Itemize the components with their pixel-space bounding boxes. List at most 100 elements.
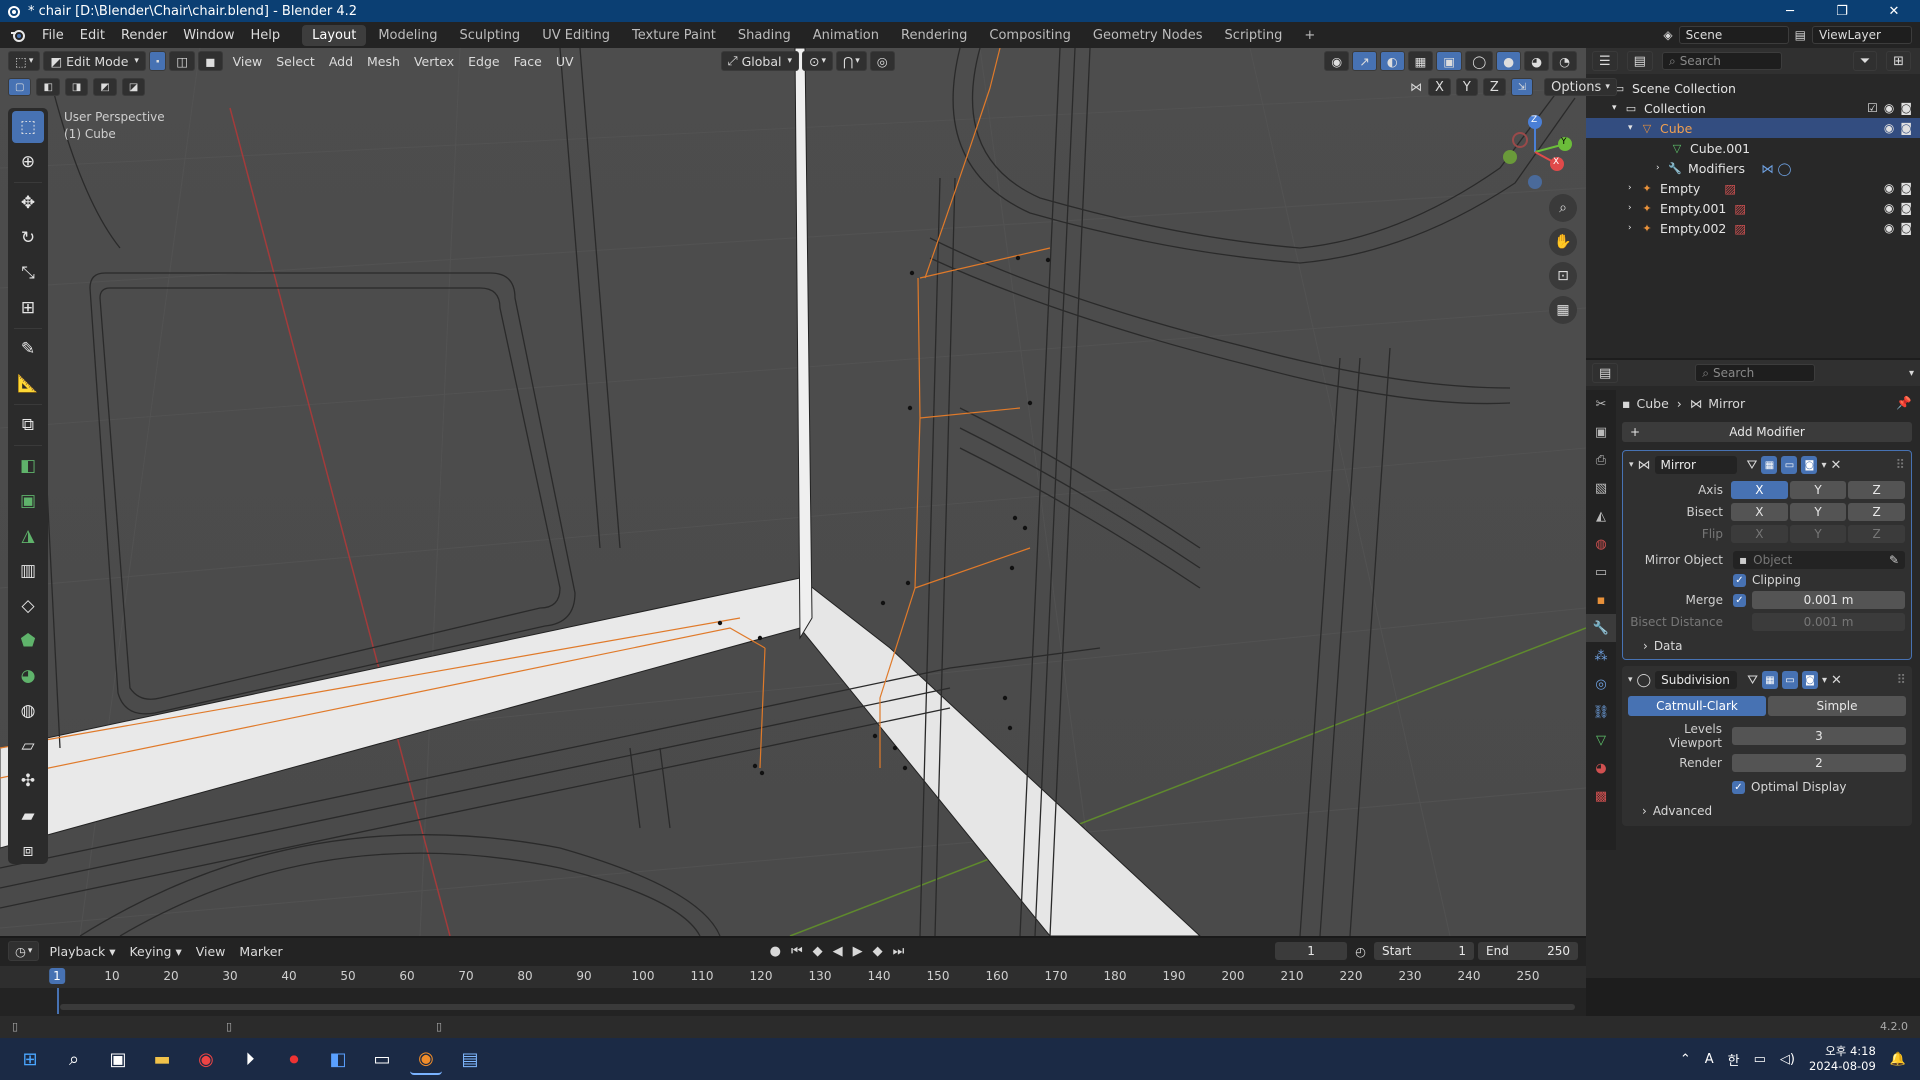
workspace-tab-sculpting[interactable]: Sculpting xyxy=(449,25,530,46)
notepad-button[interactable]: ▤ xyxy=(454,1043,486,1075)
terminal-button[interactable]: ▭ xyxy=(366,1043,398,1075)
merge-checkbox[interactable]: ✓ xyxy=(1733,593,1746,607)
rip-region-tool[interactable]: ⧈ xyxy=(12,835,44,867)
xray-toggle-button[interactable]: ▣ xyxy=(1436,51,1463,71)
collection-row[interactable]: ▾ ▭ Collection ☑ ◉ ◙ xyxy=(1586,98,1920,118)
rotate-tool[interactable]: ↻ xyxy=(12,222,44,254)
file-explorer-button[interactable]: ▬ xyxy=(146,1043,178,1075)
shading-wireframe-button[interactable]: ◯ xyxy=(1465,51,1494,71)
viewport-toggle[interactable]: ▭ xyxy=(1782,671,1799,689)
empty-001-row[interactable]: › ✦ Empty.001 ▨ ◉ ◙ xyxy=(1586,198,1920,218)
proportional-edit-button[interactable]: ◎ xyxy=(869,51,895,71)
bevel-tool[interactable]: ◮ xyxy=(12,520,44,552)
workspace-tab-modeling[interactable]: Modeling xyxy=(368,25,447,46)
mirror-x-toggle[interactable]: X xyxy=(1428,78,1451,96)
cube-row[interactable]: ▾ ▽ Cube ◉ ◙ xyxy=(1586,118,1920,138)
move-tool[interactable]: ✥ xyxy=(12,187,44,219)
menu-mesh[interactable]: Mesh xyxy=(360,54,407,69)
axis-y-toggle[interactable]: Y xyxy=(1789,481,1847,499)
menu-render[interactable]: Render xyxy=(113,28,175,43)
mirror-y-toggle[interactable]: Y xyxy=(1455,78,1478,96)
menu-marker[interactable]: Marker xyxy=(232,944,289,959)
edge-select-button[interactable]: ◫ xyxy=(169,51,196,71)
render-levels-field[interactable]: 2 xyxy=(1732,754,1906,772)
collapse-chevron-icon[interactable]: ▾ xyxy=(1628,675,1633,685)
workspace-tab-rendering[interactable]: Rendering xyxy=(891,25,977,46)
3d-viewport[interactable] xyxy=(0,48,1586,936)
camera-icon[interactable]: ◙ xyxy=(1900,221,1912,235)
new-collection-button[interactable]: ⊞ xyxy=(1886,51,1911,71)
expand-chevron-icon[interactable]: › xyxy=(1628,223,1640,233)
maximize-button[interactable]: ❐ xyxy=(1816,4,1868,19)
workspace-tab-layout[interactable]: Layout xyxy=(302,24,367,46)
start-button[interactable]: ⊞ xyxy=(14,1043,46,1075)
on-cage-toggle[interactable]: ▦ xyxy=(1761,456,1778,474)
outliner-editor-type-button[interactable]: ☰ xyxy=(1592,51,1618,71)
tab-object[interactable]: ▪ xyxy=(1586,586,1616,614)
mirror-name-field[interactable]: Mirror xyxy=(1654,456,1737,474)
annotate-tool[interactable]: ✎ xyxy=(12,333,44,365)
spin-tool[interactable]: ◕ xyxy=(12,660,44,692)
flip-z-toggle[interactable]: Z xyxy=(1848,525,1905,543)
tab-view-layer[interactable]: ▧ xyxy=(1586,474,1616,502)
start-frame-field[interactable]: Start 1 xyxy=(1374,942,1474,960)
workspace-tab-texture-paint[interactable]: Texture Paint xyxy=(622,25,726,46)
play-reverse-icon[interactable]: ◀ xyxy=(833,944,843,959)
pan-button[interactable]: ✋ xyxy=(1549,228,1577,256)
edge-slide-tool[interactable]: ▱ xyxy=(12,730,44,762)
eye-icon[interactable]: ◉ xyxy=(1884,181,1894,195)
transform-orientation-selector[interactable]: ⤢ Global ▾ xyxy=(720,51,799,71)
data-subpanel-header[interactable]: › Data xyxy=(1629,639,1905,653)
edit-mode-toggle-icon[interactable]: ⛛ xyxy=(1747,673,1758,688)
pivot-point-button[interactable]: ⊙ ▾ xyxy=(801,51,833,71)
menu-file[interactable]: File xyxy=(34,28,72,43)
mirror-object-field[interactable]: ▪ Object ✎ xyxy=(1733,551,1905,569)
properties-search-input[interactable]: ⌕ Search xyxy=(1695,364,1816,382)
drag-handle-icon[interactable]: ⠿ xyxy=(1896,673,1906,688)
notification-bell-icon[interactable]: 🔔 xyxy=(1890,1052,1906,1067)
tab-physics[interactable]: ◎ xyxy=(1586,670,1616,698)
flip-y-toggle[interactable]: Y xyxy=(1789,525,1847,543)
viewlayer-selector[interactable]: ViewLayer xyxy=(1812,26,1912,44)
bisect-y-toggle[interactable]: Y xyxy=(1789,503,1847,521)
minimize-button[interactable]: ─ xyxy=(1764,4,1816,19)
jump-end-icon[interactable]: ⏭ xyxy=(893,944,905,959)
tab-texture[interactable]: ▩ xyxy=(1586,782,1616,810)
select-subtract-button[interactable]: ◨ xyxy=(64,78,89,96)
end-frame-field[interactable]: End 250 xyxy=(1478,942,1578,960)
dropdown-chevron-icon[interactable]: ▾ xyxy=(1822,675,1827,686)
collapse-chevron-icon[interactable]: ▾ xyxy=(1628,123,1640,133)
eye-icon[interactable]: ◉ xyxy=(1884,101,1894,115)
current-frame-field[interactable]: 1 xyxy=(1275,942,1348,960)
menu-uv[interactable]: UV xyxy=(549,54,581,69)
select-extend-button[interactable]: ◧ xyxy=(36,78,60,96)
editor-type-button[interactable]: ⬚ ▾ xyxy=(8,51,41,71)
remove-modifier-icon[interactable]: ✕ xyxy=(1830,458,1841,473)
close-button[interactable]: ✕ xyxy=(1868,4,1920,19)
dropdown-chevron-icon[interactable]: ▾ xyxy=(1821,460,1826,471)
shading-material-button[interactable]: ◕ xyxy=(1524,51,1550,71)
zoom-button[interactable]: ⌕ xyxy=(1549,194,1577,222)
ime-mode-a[interactable]: A xyxy=(1705,1052,1714,1067)
filter-button[interactable]: ⏷ xyxy=(1852,51,1878,71)
add-workspace-button[interactable]: + xyxy=(1294,25,1325,46)
expand-chevron-icon[interactable]: › xyxy=(1628,183,1640,193)
poly-build-tool[interactable]: ⬟ xyxy=(12,625,44,657)
task-view-button[interactable]: ▣ xyxy=(102,1043,134,1075)
tab-tool[interactable]: ✂ xyxy=(1586,390,1616,418)
overlay-toggle-button[interactable]: ◐ xyxy=(1379,51,1405,71)
properties-editor-type-button[interactable]: ▤ xyxy=(1592,363,1619,383)
clock[interactable]: 오후 4:18 2024-08-09 xyxy=(1809,1044,1876,1074)
play-icon[interactable]: ▶ xyxy=(853,944,863,959)
edit-mode-toggle-icon[interactable]: ⛛ xyxy=(1747,458,1758,473)
axis-z-toggle[interactable]: Z xyxy=(1848,481,1905,499)
add-cube-tool[interactable]: ⧉ xyxy=(12,409,44,441)
transform-tool[interactable]: ⊞ xyxy=(12,292,44,324)
tab-material[interactable]: ◕ xyxy=(1586,754,1616,782)
menu-help[interactable]: Help xyxy=(243,28,289,43)
options-chevron-icon[interactable]: ▾ xyxy=(1909,368,1914,379)
outliner-search-input[interactable]: ⌕ Search xyxy=(1661,52,1782,70)
tray-chevron-icon[interactable]: ⌃ xyxy=(1680,1052,1691,1067)
next-keyframe-icon[interactable]: ◆ xyxy=(873,944,883,959)
collapse-chevron-icon[interactable]: ▾ xyxy=(1612,103,1624,113)
